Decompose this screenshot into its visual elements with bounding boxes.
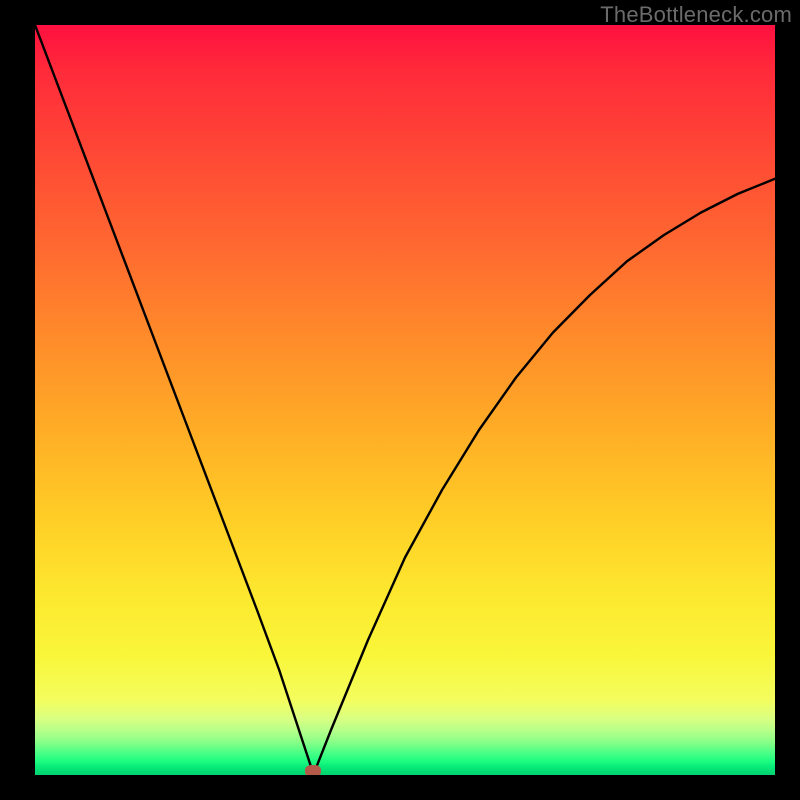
optimal-marker [305, 765, 321, 775]
bottleneck-curve [35, 25, 775, 775]
watermark-text: TheBottleneck.com [600, 2, 792, 28]
chart-frame: TheBottleneck.com [0, 0, 800, 800]
plot-area [35, 25, 775, 775]
